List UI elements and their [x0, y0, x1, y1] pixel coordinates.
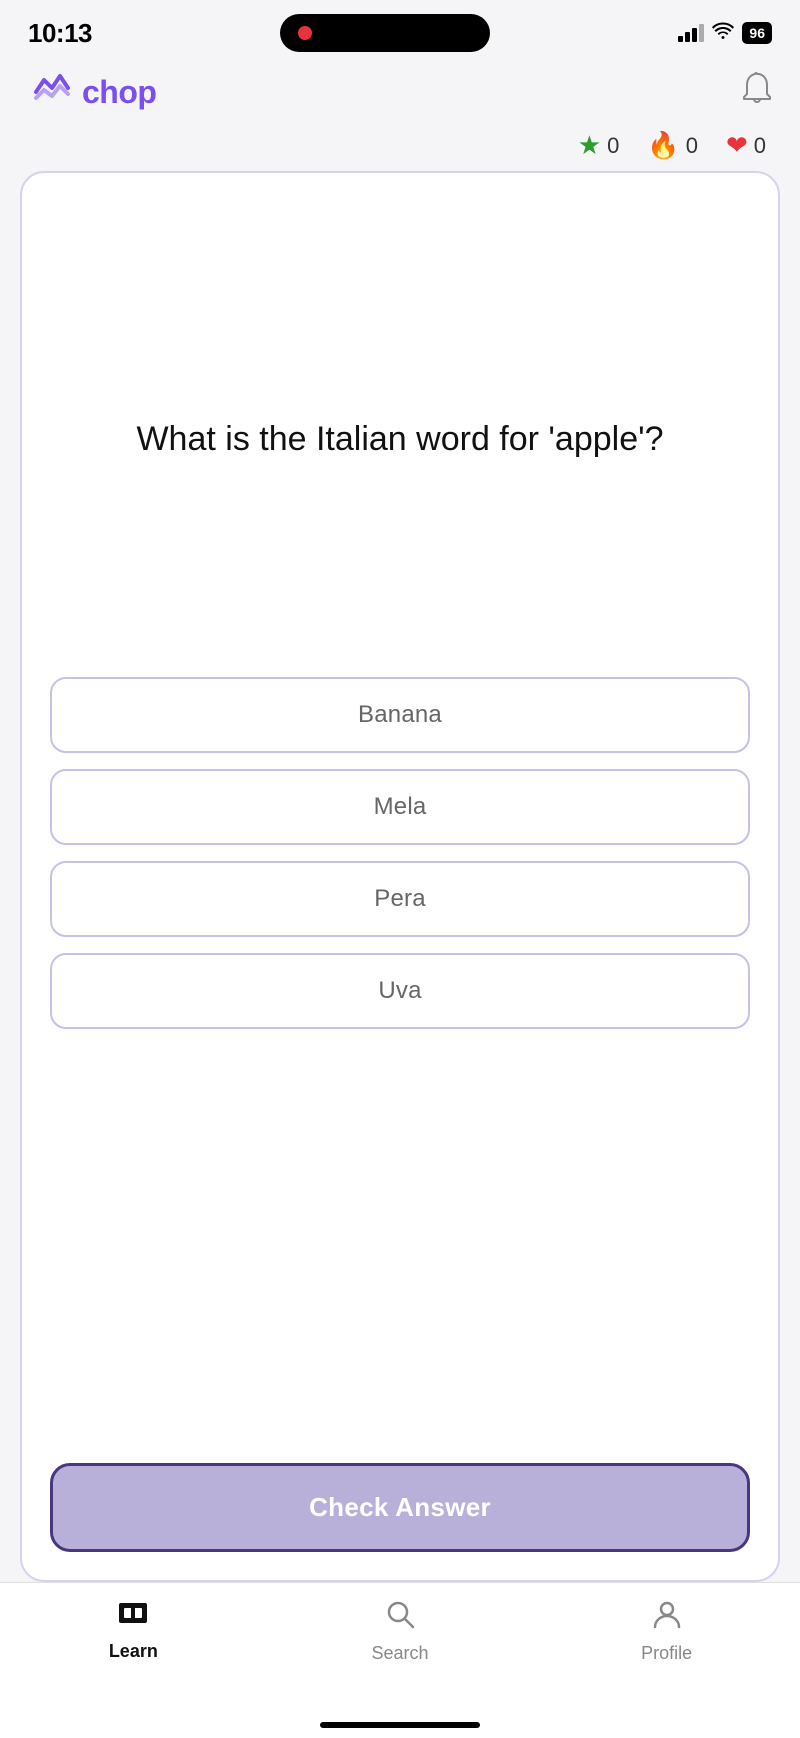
- logo: chop: [28, 70, 156, 114]
- heart-stat: ❤ 0: [726, 130, 766, 161]
- search-label: Search: [371, 1643, 428, 1664]
- status-bar: 10:13 96: [0, 0, 800, 60]
- notification-bell-icon[interactable]: [742, 72, 772, 112]
- bottom-nav: Learn Search Profile: [0, 1582, 800, 1738]
- check-answer-button[interactable]: Check Answer: [50, 1463, 750, 1552]
- home-indicator: [320, 1722, 480, 1728]
- logo-icon: [28, 70, 72, 114]
- profile-label: Profile: [641, 1643, 692, 1664]
- star-stat: ★ 0: [578, 130, 620, 161]
- heart-icon: ❤: [726, 130, 748, 161]
- quiz-question: What is the Italian word for 'apple'?: [136, 416, 663, 464]
- dynamic-island: [280, 14, 490, 52]
- status-time: 10:13: [28, 18, 92, 49]
- star-icon: ★: [578, 130, 601, 161]
- quiz-options: Banana Mela Pera Uva: [50, 677, 750, 1029]
- quiz-spacer: [50, 1029, 750, 1443]
- quiz-question-area: What is the Italian word for 'apple'?: [50, 203, 750, 677]
- quiz-option-mela[interactable]: Mela: [50, 769, 750, 845]
- logo-text: chop: [82, 74, 156, 111]
- flame-count: 0: [686, 133, 698, 159]
- recording-indicator: [298, 26, 312, 40]
- quiz-option-pera[interactable]: Pera: [50, 861, 750, 937]
- quiz-card: What is the Italian word for 'apple'? Ba…: [20, 171, 780, 1582]
- search-icon: [385, 1599, 415, 1637]
- stats-row: ★ 0 🔥 0 ❤ 0: [0, 124, 800, 171]
- main-content: What is the Italian word for 'apple'? Ba…: [0, 171, 800, 1738]
- learn-label: Learn: [109, 1641, 158, 1662]
- learn-icon: [117, 1599, 149, 1635]
- flame-icon: 🔥: [647, 130, 679, 161]
- profile-icon: [652, 1599, 682, 1637]
- quiz-option-banana[interactable]: Banana: [50, 677, 750, 753]
- app-header: chop: [0, 60, 800, 124]
- heart-count: 0: [754, 133, 766, 159]
- status-icons: 96: [678, 22, 772, 45]
- battery-indicator: 96: [742, 22, 772, 44]
- wifi-icon: [712, 22, 734, 45]
- quiz-option-uva[interactable]: Uva: [50, 953, 750, 1029]
- nav-item-profile[interactable]: Profile: [533, 1599, 800, 1664]
- signal-icon: [678, 24, 704, 42]
- star-count: 0: [607, 133, 619, 159]
- nav-item-learn[interactable]: Learn: [0, 1599, 267, 1662]
- flame-stat: 🔥 0: [647, 130, 698, 161]
- nav-item-search[interactable]: Search: [267, 1599, 534, 1664]
